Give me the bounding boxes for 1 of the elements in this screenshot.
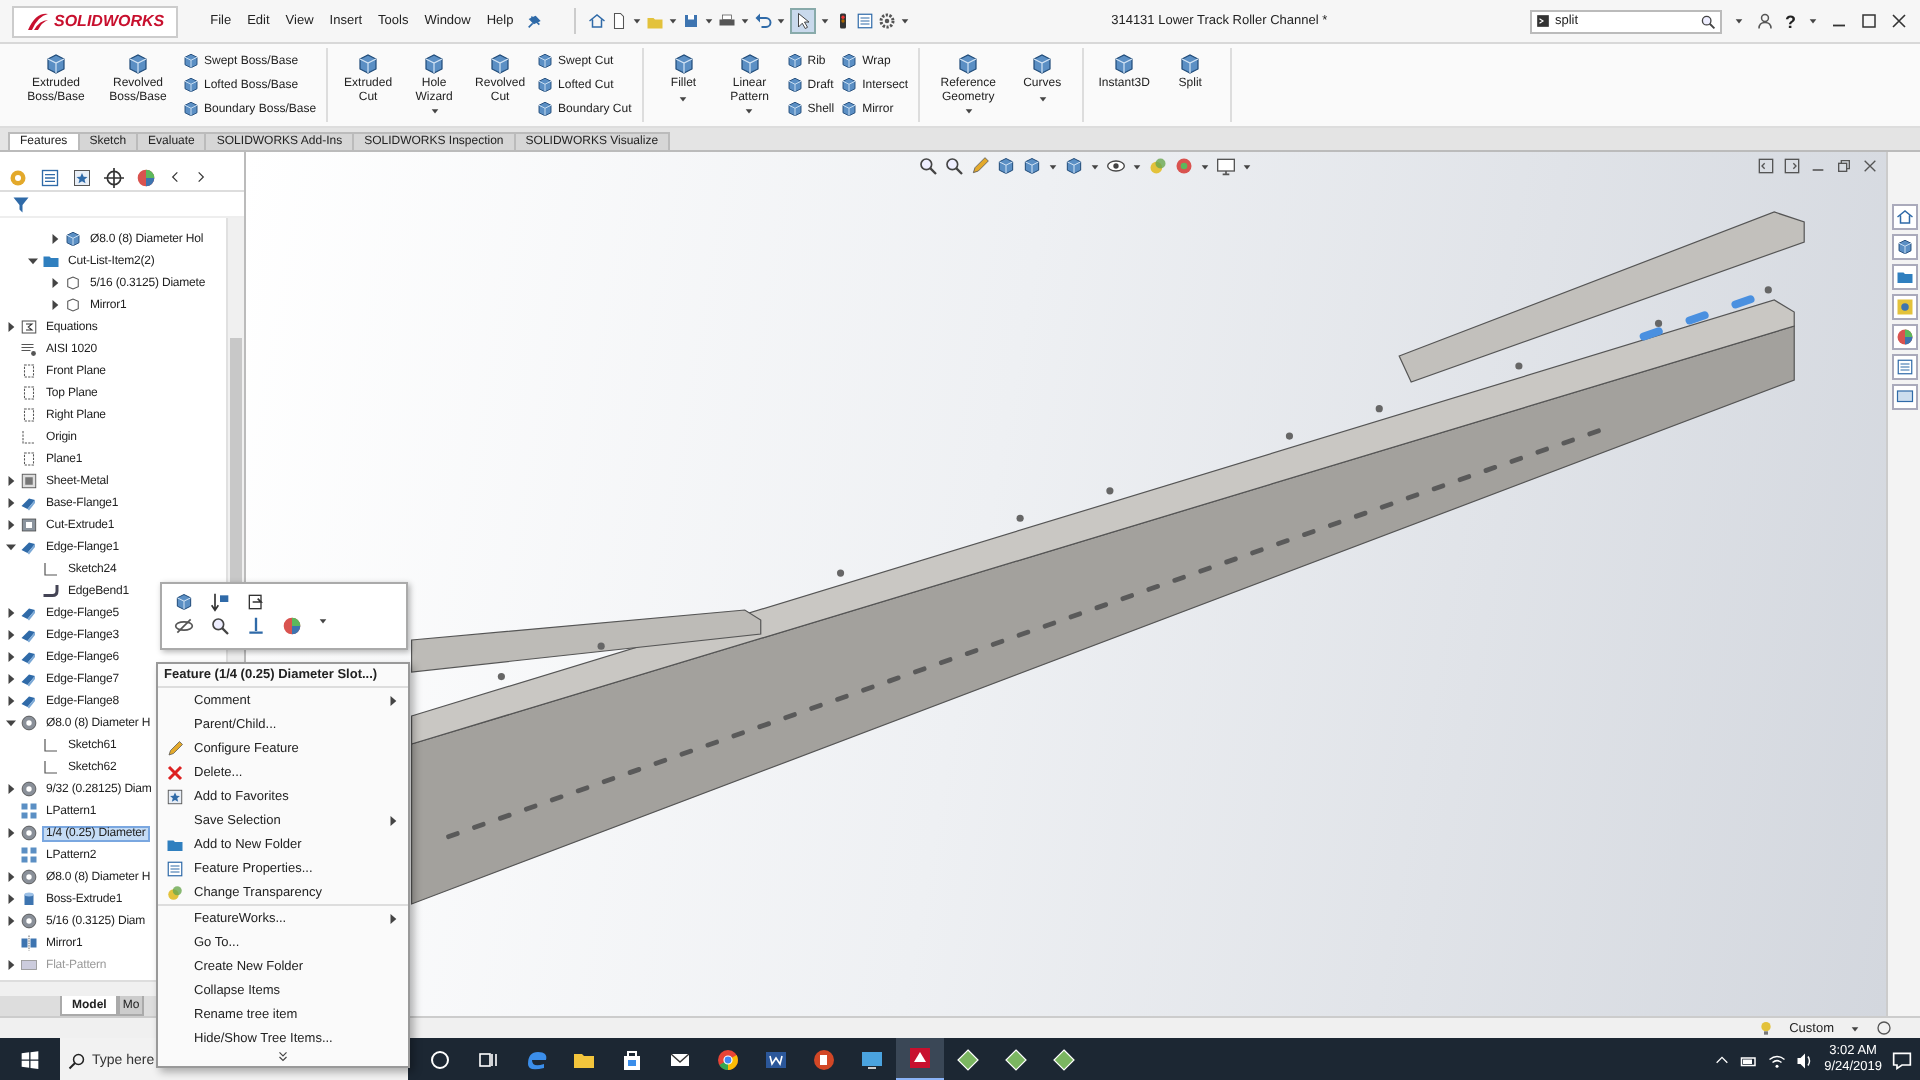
logo: SOLIDWORKS xyxy=(12,5,179,37)
